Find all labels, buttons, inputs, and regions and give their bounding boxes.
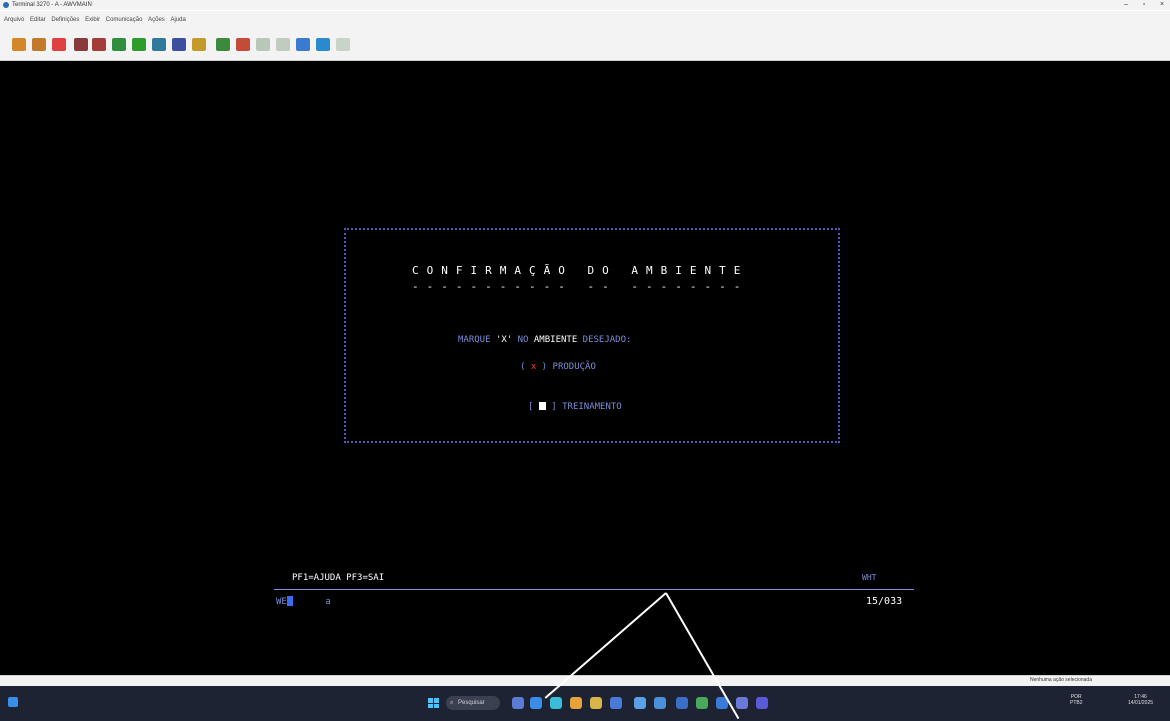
status-bar: Nenhuma ação selecionada [0,675,1170,686]
toolbar [0,28,1170,61]
status-text: Nenhuma ação selecionada [1030,677,1092,683]
minimize-button[interactable]: – [1118,0,1134,10]
cursor-position: 15/033 [866,596,903,607]
clock-date: 14/01/2025 [1128,700,1154,706]
page-title: CONFIRMAÇÃO DO AMBIENTE [412,264,749,277]
instruction-part2: 'X' [495,335,513,345]
taskbar-search[interactable]: ⌕ Pesquisar [446,696,500,710]
menu-bar: Arquivo Editar Definições Exibir Comunic… [0,10,1170,29]
menu-acoes[interactable]: Ações [148,11,165,29]
paste-icon[interactable] [32,38,46,51]
app-icon-5[interactable] [736,697,748,709]
option-treinamento[interactable]: [ ] TREINAMENTO [528,402,622,412]
settings-icon[interactable] [336,38,350,51]
option-producao-close: ) [536,362,553,372]
pdf-icon[interactable] [52,38,66,51]
option-producao-open: ( [520,362,531,372]
windows-start-icon[interactable] [428,698,439,708]
upload-icon[interactable] [316,38,330,51]
terminal-screen[interactable]: CONFIRMAÇÃO DO AMBIENTE ----------- -- -… [8,61,1170,675]
app-icon-3[interactable] [676,697,688,709]
option-treinamento-close: ] [545,402,563,412]
close-button[interactable]: × [1154,0,1170,10]
option-treinamento-open: [ [528,402,539,412]
app-icon [3,2,9,8]
menu-ajuda[interactable]: Ajuda [170,11,185,29]
language-indicator[interactable]: POR PTB2 [1070,694,1083,706]
stop-icon[interactable] [256,38,270,51]
excel-icon[interactable] [696,697,708,709]
menu-definicoes[interactable]: Definições [51,11,79,29]
firefox-icon[interactable] [570,697,582,709]
divider-line [274,589,914,590]
search-icon: ⌕ [450,700,454,706]
clock[interactable]: 17:46 14/01/2025 [1128,694,1153,706]
input-cursor[interactable] [538,402,546,410]
search-placeholder: Pesquisar [458,700,485,706]
instruction-part4: AMBIENTE [533,335,578,345]
system-id: WHT [862,573,877,582]
keyboard-icon[interactable] [172,38,186,51]
option-treinamento-label: TREINAMENTO [562,402,622,412]
option-producao-label: PRODUÇÃO [552,362,596,372]
menu-exibir[interactable]: Exibir [85,11,100,29]
command-prefix: WE [276,597,287,607]
chrome-icon[interactable] [550,697,562,709]
terminal-app-icon[interactable] [756,697,768,709]
edge-icon[interactable] [530,697,542,709]
instruction-text: MARQUE 'X' NO AMBIENTE DESEJADO: [458,335,631,345]
maximize-button[interactable]: ▫ [1136,0,1152,10]
pf-keys-legend: PF1=AJUDA PF3=SAI [292,573,385,583]
app-icon-1[interactable] [634,697,646,709]
title-bar: Terminal 3270 - A - AWVMAIN – ▫ × [0,0,1170,10]
title-underline: ----------- -- -------- [412,280,749,293]
instruction-part5: DESEJADO: [577,335,632,345]
print-screen-icon[interactable] [92,38,106,51]
macro-icon[interactable] [192,38,206,51]
command-rest: a [292,597,331,607]
task-view-icon[interactable] [512,697,524,709]
menu-comunicacao[interactable]: Comunicação [106,11,143,29]
instruction-part3: NO [512,335,534,345]
send-file-icon[interactable] [132,38,146,51]
copy-icon[interactable] [12,38,26,51]
receive-file-icon[interactable] [152,38,166,51]
menu-arquivo[interactable]: Arquivo [4,11,24,29]
store-icon[interactable] [610,697,622,709]
edit-icon[interactable] [296,38,310,51]
instruction-part1: MARQUE [458,335,496,345]
print-icon[interactable] [74,38,88,51]
transfer-icon[interactable] [112,38,126,51]
option-producao[interactable]: ( x ) PRODUÇÃO [520,362,596,372]
window-title: Terminal 3270 - A - AWVMAIN [12,2,92,8]
menu-editar[interactable]: Editar [30,11,46,29]
keyboard-layout: PTB2 [1070,700,1083,706]
widgets-icon[interactable] [8,697,18,707]
file-explorer-icon[interactable] [590,697,602,709]
play-icon[interactable] [216,38,230,51]
command-line[interactable]: WE a [276,596,331,607]
pause-icon[interactable] [276,38,290,51]
record-icon[interactable] [236,38,250,51]
app-icon-2[interactable] [654,697,666,709]
taskbar [0,686,1170,721]
